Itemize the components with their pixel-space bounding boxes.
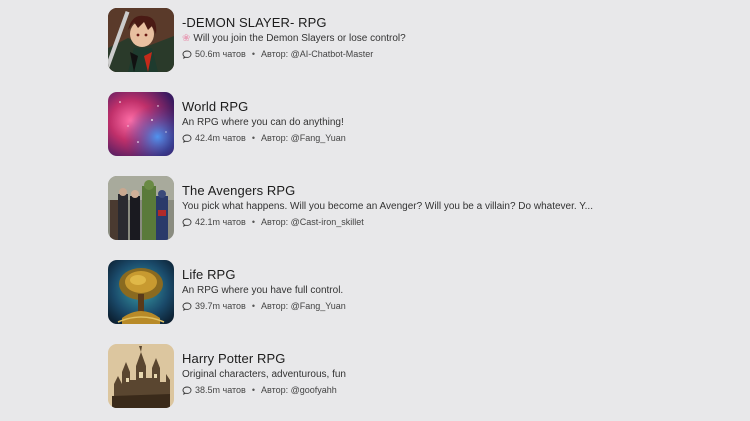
chat-bubble-icon xyxy=(182,386,192,395)
separator: • xyxy=(251,217,255,227)
chat-count: 42.4m чатов xyxy=(195,133,246,143)
item-description: ❀ Will you join the Demon Slayers or lose… xyxy=(182,32,406,46)
description-text: Will you join the Demon Slayers or lose … xyxy=(193,33,406,44)
item-info: -DEMON SLAYER- RPG ❀ Will you join the De… xyxy=(182,8,406,61)
tree-of-life-thumbnail[interactable] xyxy=(108,260,174,324)
chat-count: 39.7m чатов xyxy=(195,301,246,311)
item-title: World RPG xyxy=(182,99,249,114)
author-handle[interactable]: @Fang_Yuan xyxy=(291,300,346,313)
author-label: Автор: xyxy=(260,301,289,311)
chat-bubble-icon xyxy=(182,50,192,59)
item-info: The Avengers RPG You pick what happens. … xyxy=(182,176,593,229)
item-info: World RPG An RPG where you can do anythi… xyxy=(182,92,346,145)
separator: • xyxy=(251,301,255,311)
chat-count: 38.5m чатов xyxy=(195,385,246,395)
list-item[interactable]: The Avengers RPG You pick what happens. … xyxy=(108,176,728,242)
item-description: An RPG where you can do anything! xyxy=(182,117,344,128)
list-item[interactable]: Life RPG An RPG where you have full cont… xyxy=(108,260,728,326)
separator: • xyxy=(251,133,255,143)
item-info: Harry Potter RPG Original characters, ad… xyxy=(182,344,346,397)
list-item[interactable]: World RPG An RPG where you can do anythi… xyxy=(108,92,728,158)
item-title: Life RPG xyxy=(182,267,236,282)
item-description: An RPG where you have full control. xyxy=(182,285,344,296)
flower-icon: ❀ xyxy=(182,33,191,44)
separator: • xyxy=(251,49,255,59)
chat-bubble-icon xyxy=(182,218,192,227)
item-description: Original characters, adventurous, fun xyxy=(182,369,346,380)
list-item[interactable]: -DEMON SLAYER- RPG ❀ Will you join the De… xyxy=(108,8,728,74)
character-list: -DEMON SLAYER- RPG ❀ Will you join the De… xyxy=(0,0,750,421)
chat-bubble-icon xyxy=(182,134,192,143)
avengers-thumbnail[interactable] xyxy=(108,176,174,240)
separator: • xyxy=(251,385,255,395)
item-meta: 42.1m чатов • Автор: @Cast-iron_skillet xyxy=(182,216,593,229)
item-title: Harry Potter RPG xyxy=(182,351,286,366)
author-label: Автор: xyxy=(260,133,289,143)
item-meta: 42.4m чатов • Автор: @Fang_Yuan xyxy=(182,132,346,145)
chat-count: 42.1m чатов xyxy=(195,217,246,227)
author-handle[interactable]: @goofyahh xyxy=(291,384,337,397)
nebula-thumbnail[interactable] xyxy=(108,92,174,156)
item-meta: 50.6m чатов • Автор: @AI-Chatbot-Master xyxy=(182,48,406,61)
hogwarts-thumbnail[interactable] xyxy=(108,344,174,408)
item-title: -DEMON SLAYER- RPG xyxy=(182,15,327,30)
item-info: Life RPG An RPG where you have full cont… xyxy=(182,260,346,313)
list-item[interactable]: Harry Potter RPG Original characters, ad… xyxy=(108,344,728,410)
author-handle[interactable]: @Cast-iron_skillet xyxy=(291,216,364,229)
chat-bubble-icon xyxy=(182,302,192,311)
author-label: Автор: xyxy=(260,385,289,395)
author-label: Автор: xyxy=(260,217,289,227)
item-meta: 39.7m чатов • Автор: @Fang_Yuan xyxy=(182,300,346,313)
demon-slayer-thumbnail[interactable] xyxy=(108,8,174,72)
item-meta: 38.5m чатов • Автор: @goofyahh xyxy=(182,384,346,397)
chat-count: 50.6m чатов xyxy=(195,49,246,59)
author-handle[interactable]: @Fang_Yuan xyxy=(291,132,346,145)
item-title: The Avengers RPG xyxy=(182,183,296,198)
item-description: You pick what happens. Will you become a… xyxy=(182,201,593,212)
author-label: Автор: xyxy=(260,49,289,59)
author-handle[interactable]: @AI-Chatbot-Master xyxy=(291,48,374,61)
